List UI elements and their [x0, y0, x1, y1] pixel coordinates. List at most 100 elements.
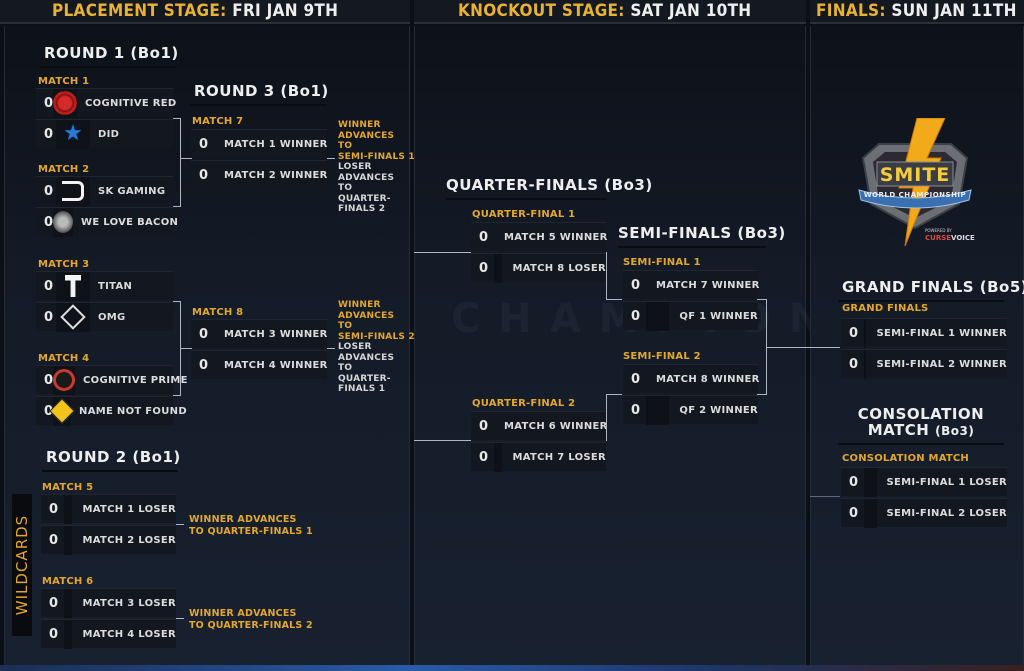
team-row[interactable]: 0 COGNITIVE RED [36, 88, 177, 118]
match-label-m3: MATCH 3 [38, 259, 90, 270]
team-name: COGNITIVE PRIME [83, 374, 188, 386]
team-name: COGNITIVE RED [85, 97, 177, 109]
connector-line [327, 158, 335, 159]
team-row[interactable]: 0 MATCH 8 WINNER [623, 364, 759, 393]
team-name: MATCH 4 WINNER [224, 359, 328, 371]
connector-line [414, 252, 471, 253]
team-name: MATCH 3 LOSER [82, 597, 176, 609]
team-row[interactable]: 0 MATCH 1 WINNER [191, 129, 327, 158]
team-score: 0 [44, 214, 54, 230]
connector-line [766, 347, 840, 348]
smite-logo-title: SMITE [879, 164, 951, 186]
team-row[interactable]: 0 QF 2 WINNER [623, 395, 758, 425]
team-score: 0 [44, 278, 54, 294]
sponsor-voice: VOICE [951, 234, 975, 242]
team-logo-placeholder [864, 318, 867, 348]
note-line: SEMI-FINALS 1 [338, 151, 415, 162]
match-label-m4: MATCH 4 [38, 353, 90, 364]
team-logo-placeholder [494, 253, 503, 283]
note-line: WINNER ADVANCES [189, 514, 297, 525]
team-name: WE LOVE BACON [81, 216, 179, 228]
note-line: TO [338, 363, 353, 373]
team-row[interactable]: 0 MATCH 2 WINNER [191, 160, 327, 189]
team-row[interactable]: 0 MATCH 4 LOSER [41, 619, 176, 649]
team-name: MATCH 6 WINNER [504, 420, 608, 432]
team-row[interactable]: 0 MATCH 3 WINNER [191, 319, 327, 348]
team-row[interactable]: 0 MATCH 8 LOSER [471, 253, 606, 283]
team-row[interactable]: 0 MATCH 3 LOSER [41, 588, 176, 618]
team-row[interactable]: 0 SEMI-FINAL 1 WINNER [841, 318, 1007, 348]
team-score: 0 [631, 308, 641, 324]
team-row[interactable]: 0 MATCH 7 LOSER [471, 442, 606, 472]
team-row[interactable]: 0 MATCH 6 WINNER [471, 411, 608, 440]
connector-line [180, 158, 192, 159]
team-row[interactable]: 0 SEMI-FINAL 2 WINNER [841, 349, 1007, 379]
team-row[interactable]: 0 QF 1 WINNER [623, 301, 758, 331]
team-row[interactable]: 0 MATCH 2 LOSER [41, 525, 176, 555]
team-row[interactable]: 0 OMG [36, 302, 173, 332]
consolation-heading: CONSOLATION MATCH (Bo3) [838, 406, 1004, 445]
curse-voice-logo: CURSEVOICE [925, 234, 975, 242]
note-line: ADVANCES [338, 310, 395, 321]
team-row[interactable]: 0 MATCH 4 WINNER [191, 350, 327, 379]
note-line: TO [338, 321, 353, 331]
connector-line [180, 348, 192, 349]
connector-line [180, 118, 181, 207]
team-name: QF 2 WINNER [679, 404, 758, 416]
team-row[interactable]: 0 ★ DID [36, 119, 173, 149]
team-row[interactable]: 0 SEMI-FINAL 2 LOSER [841, 498, 1007, 528]
sponsor-curse: CURSE [925, 234, 952, 242]
stage-date: FRI JAN 9TH [232, 1, 339, 21]
finals-stage-title: FINALS: SUN JAN 11TH [816, 1, 1017, 21]
team-score: 0 [49, 626, 59, 642]
connector-line [173, 206, 181, 207]
team-score: 0 [849, 505, 859, 521]
team-name: TITAN [98, 280, 133, 292]
team-score: 0 [631, 371, 641, 387]
team-score: 0 [631, 277, 641, 293]
team-score: 0 [479, 260, 489, 276]
team-score: 0 [199, 357, 209, 373]
note-line: TO [338, 183, 353, 193]
team-score: 0 [479, 449, 489, 465]
match-label-sf2: SEMI-FINAL 2 [623, 351, 701, 362]
note-line: WINNER [338, 120, 381, 130]
stage-label: KNOCKOUT STAGE: [458, 1, 625, 21]
connector-line [606, 299, 622, 300]
team-score: 0 [49, 501, 59, 517]
note-line: ADVANCES [338, 172, 395, 183]
team-row[interactable]: 0 WE LOVE BACON [36, 207, 178, 237]
team-logo-placeholder [64, 588, 73, 618]
team-row[interactable]: 0 TITAN [36, 271, 173, 301]
team-row[interactable]: 0 MATCH 5 WINNER [471, 222, 608, 251]
team-row[interactable]: 0 SEMI-FINAL 1 LOSER [841, 467, 1007, 497]
knockout-panel: CHAMPIONSHIP [414, 26, 1001, 665]
knockout-stage-title: KNOCKOUT STAGE: SAT JAN 10TH [458, 1, 751, 21]
connector-line [173, 395, 181, 396]
team-name: MATCH 5 WINNER [504, 231, 608, 243]
match-label-m6: MATCH 6 [42, 576, 94, 587]
bottom-glow-bar [0, 665, 1024, 671]
match-label-cm: CONSOLATION MATCH [842, 453, 969, 464]
semi-finals-heading: SEMI-FINALS (Bo3) [618, 224, 785, 248]
team-score: 0 [199, 136, 209, 152]
team-row[interactable]: 0NAME NOT FOUND [36, 396, 187, 426]
team-row[interactable]: 0 COGNITIVE PRIME [36, 365, 188, 395]
team-row[interactable]: 0 MATCH 7 WINNER [623, 270, 759, 299]
smite-logo-subtitle: WORLD CHAMPIONSHIP [863, 191, 967, 199]
round-1-heading: ROUND 1 (Bo1) [40, 44, 178, 68]
finals-stage-header: FINALS: SUN JAN 11TH [810, 0, 1024, 24]
team-row[interactable]: 0 MATCH 1 LOSER [41, 494, 176, 524]
team-name: SEMI-FINAL 1 WINNER [876, 327, 1007, 339]
team-score: 0 [44, 126, 54, 142]
match-label-qf1: QUARTER-FINAL 1 [472, 209, 576, 220]
team-logo-placeholder [64, 619, 73, 649]
team-row[interactable]: 0 SK GAMING [36, 176, 173, 206]
titan-logo-icon [56, 271, 90, 301]
match-8-advance-note: WINNER ADVANCES TO SEMI-FINALS 2 LOSER A… [338, 300, 415, 395]
match-label-m5: MATCH 5 [42, 482, 94, 493]
team-name: MATCH 1 WINNER [224, 138, 328, 150]
note-line: QUARTER- [338, 193, 391, 204]
powered-by-text: POWERED BY [925, 228, 952, 233]
connector-line [176, 524, 184, 525]
